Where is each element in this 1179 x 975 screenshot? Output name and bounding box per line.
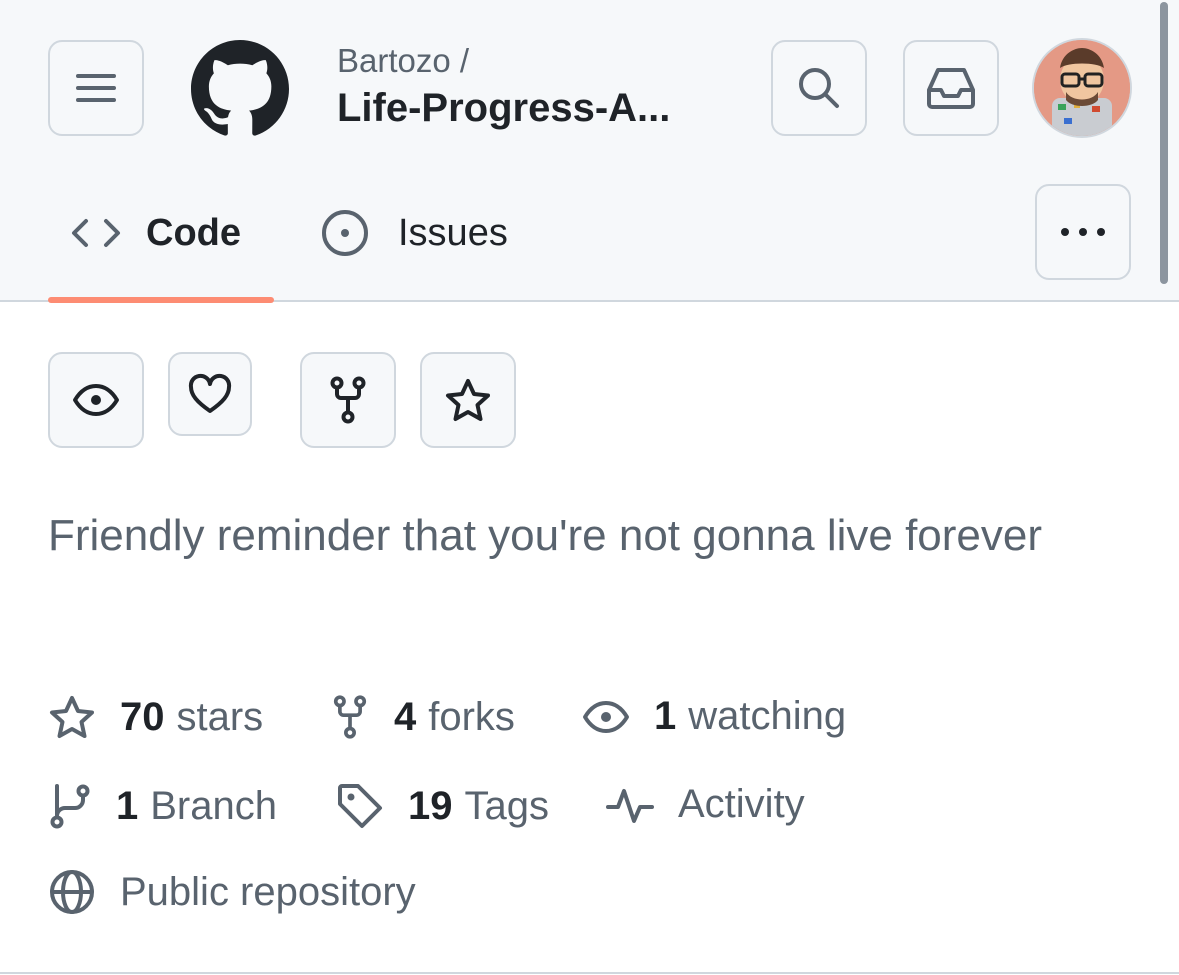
code-icon	[72, 219, 120, 247]
repo-description: Friendly reminder that you're not gonna …	[48, 511, 1043, 560]
hamburger-icon	[76, 74, 116, 102]
forks-label: forks	[428, 694, 515, 739]
star-icon	[50, 696, 94, 738]
tag-icon	[338, 784, 382, 828]
tab-issues[interactable]: Issues	[320, 206, 508, 260]
repo-name[interactable]: Life-Progress-A...	[337, 86, 670, 131]
git-branch-icon	[50, 784, 90, 829]
stars-count: 70	[120, 694, 165, 739]
more-button[interactable]	[1035, 184, 1131, 280]
tags-label: Tags	[464, 783, 550, 828]
repo-forked-icon	[333, 695, 367, 739]
stars-label: stars	[176, 694, 264, 739]
inbox-button[interactable]	[903, 40, 999, 136]
github-logo-icon[interactable]	[191, 40, 289, 138]
activity-label: Activity	[678, 782, 805, 826]
divider	[0, 972, 1179, 974]
watching-count: 1	[654, 694, 677, 738]
repo-header: Bartozo / Life-Progress-A... Code Issues	[0, 0, 1179, 303]
repo-forked-icon	[330, 376, 366, 424]
watching-label: watching	[688, 694, 847, 738]
scrollbar[interactable]	[1160, 2, 1168, 284]
tags-count: 19	[408, 783, 453, 828]
forks-count: 4	[394, 694, 417, 739]
activity-link[interactable]: Activity	[606, 782, 805, 827]
stars-link[interactable]: 70 stars	[48, 694, 263, 740]
repo-owner-link[interactable]: Bartozo /	[337, 42, 469, 80]
search-icon	[799, 68, 839, 108]
memoji-avatar-icon	[1034, 40, 1130, 136]
tab-code[interactable]: Code	[70, 206, 241, 260]
tab-code-label: Code	[146, 211, 241, 254]
inbox-icon	[927, 68, 975, 109]
kebab-horizontal-icon	[1061, 228, 1105, 236]
search-button[interactable]	[771, 40, 867, 136]
branches-label: Branch	[150, 783, 277, 828]
pulse-icon	[606, 788, 654, 823]
fork-button[interactable]	[300, 352, 396, 448]
user-avatar[interactable]	[1032, 38, 1132, 138]
eye-icon	[73, 384, 119, 416]
issue-opened-icon	[322, 210, 368, 256]
star-button[interactable]	[420, 352, 516, 448]
forks-link[interactable]: 4 forks	[330, 694, 515, 740]
globe-icon	[50, 870, 94, 914]
watching-link[interactable]: 1 watching	[582, 694, 846, 739]
tags-link[interactable]: 19 Tags	[336, 782, 549, 830]
tab-issues-label: Issues	[398, 211, 508, 254]
branches-count: 1	[116, 783, 139, 828]
watch-button[interactable]	[48, 352, 144, 448]
star-icon	[446, 379, 490, 421]
menu-button[interactable]	[48, 40, 144, 136]
sponsor-button[interactable]	[168, 352, 252, 436]
branches-link[interactable]: 1 Branch	[48, 782, 277, 830]
visibility: Public repository	[48, 868, 416, 916]
eye-icon	[583, 700, 629, 733]
heart-icon	[188, 373, 232, 413]
visibility-label: Public repository	[120, 869, 416, 914]
tab-selected-underline	[48, 297, 274, 303]
